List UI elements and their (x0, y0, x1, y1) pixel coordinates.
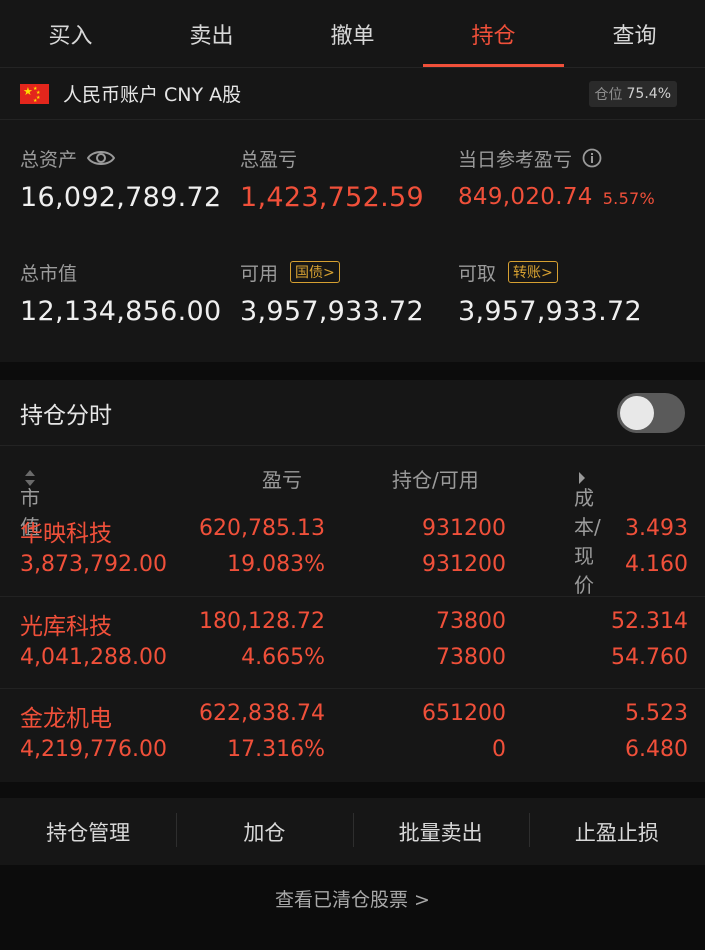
tab-sell[interactable]: 卖出 (141, 0, 282, 67)
stock-position: 651200 (422, 701, 506, 726)
china-flag-icon: ★ ★ ★ ★ ★ (20, 83, 49, 104)
stock-name: 华映科技 (20, 521, 112, 547)
holdings-title: 持仓分时 (20, 402, 112, 429)
holdings-header: 持仓分时 (0, 380, 705, 446)
withdrawable-label: 可取 (458, 262, 497, 285)
stock-price: 54.760 (611, 645, 688, 670)
stock-name: 光库科技 (20, 614, 112, 640)
stock-available: 0 (492, 737, 506, 762)
stock-pnl: 180,128.72 (199, 609, 325, 634)
stop-profit-loss-button[interactable]: 止盈止损 (528, 812, 705, 847)
info-icon[interactable] (582, 148, 602, 168)
total-pnl-label: 总盈亏 (240, 148, 298, 171)
total-assets-label: 总资产 (20, 148, 78, 171)
holdings-action-bar: 持仓管理 加仓 批量卖出 止盈止损 (0, 798, 705, 865)
daily-pnl-label: 当日参考盈亏 (458, 148, 573, 171)
market-value-value: 12,134,856.00 (20, 296, 222, 327)
top-tab-bar: 买入 卖出 撤单 持仓 查询 (0, 0, 705, 68)
batch-sell-button[interactable]: 批量卖出 (352, 812, 529, 847)
withdrawable-value: 3,957,933.72 (458, 296, 642, 327)
holding-row[interactable]: 金龙机电 4,219,776.00 622,838.74 17.316% 651… (0, 688, 705, 780)
stock-pnl-percent: 17.316% (227, 737, 325, 762)
position-ratio-badge: 仓位 75.4% (588, 81, 677, 107)
treasury-bond-tag[interactable]: 国债> (290, 261, 340, 283)
available-funds: 可用 国债> 3,957,933.72 (240, 258, 424, 327)
stock-pnl-percent: 4.665% (241, 645, 325, 670)
add-position-button[interactable]: 加仓 (176, 812, 352, 847)
market-value-label: 总市值 (20, 262, 78, 285)
position-ratio-label: 仓位 (594, 87, 623, 103)
stock-available: 931200 (422, 552, 506, 577)
stock-cost: 3.493 (625, 516, 688, 541)
stock-pnl-percent: 19.083% (227, 552, 325, 577)
total-pnl: 总盈亏 1,423,752.59 (240, 144, 424, 214)
total-assets: 总资产 16,092,789.72 (20, 144, 222, 214)
col-pnl: 盈亏 (262, 468, 302, 492)
stock-market-value: 4,219,776.00 (20, 737, 167, 762)
eye-icon[interactable] (87, 149, 116, 167)
col-market-value[interactable]: 市值 (20, 464, 40, 539)
stock-cost: 52.314 (611, 609, 688, 634)
stock-price: 4.160 (625, 552, 688, 577)
stock-pnl: 622,838.74 (199, 701, 325, 726)
available-value: 3,957,933.72 (240, 296, 424, 327)
holdings-rows: 华映科技 3,873,792.00 620,785.13 19.083% 931… (0, 504, 705, 780)
stock-available: 73800 (436, 645, 506, 670)
available-label: 可用 (240, 262, 279, 285)
col-cost-price[interactable]: 成本/现价 (574, 464, 601, 597)
holding-row[interactable]: 华映科技 3,873,792.00 620,785.13 19.083% 931… (0, 504, 705, 596)
total-pnl-value: 1,423,752.59 (240, 182, 424, 213)
stock-position: 73800 (436, 609, 506, 634)
tab-query[interactable]: 查询 (564, 0, 705, 67)
toggle-knob (620, 395, 654, 430)
stock-cost: 5.523 (625, 701, 688, 726)
account-name: 人民币账户 CNY A股 (63, 84, 242, 106)
position-ratio-value: 75.4% (626, 86, 671, 102)
daily-pnl-percent: 5.57% (602, 189, 656, 208)
col-quantity: 持仓/可用 (392, 468, 479, 492)
holdings-panel: 持仓分时 市值 盈亏 持仓/可用 成本/现价 华映科技 3,873,792.00… (0, 380, 705, 782)
stock-pnl: 620,785.13 (199, 516, 325, 541)
stock-market-value: 3,873,792.00 (20, 552, 167, 577)
transfer-tag[interactable]: 转账> (508, 261, 558, 283)
holding-row[interactable]: 光库科技 4,041,288.00 180,128.72 4.665% 7380… (0, 596, 705, 688)
daily-pnl-value: 849,020.74 (458, 184, 593, 210)
intraday-toggle[interactable] (617, 392, 685, 433)
account-header: ★ ★ ★ ★ ★ 人民币账户 CNY A股 仓位 75.4% (0, 68, 705, 120)
stock-position: 931200 (422, 516, 506, 541)
tab-cancel-order[interactable]: 撤单 (282, 0, 423, 67)
account-stats: 总资产 16,092,789.72 总盈亏 1,423,752.59 当日参考盈… (0, 120, 705, 362)
daily-pnl-row: 849,020.74 5.57% (458, 184, 655, 210)
total-assets-value: 16,092,789.72 (20, 182, 222, 213)
holdings-column-headers: 市值 盈亏 持仓/可用 成本/现价 (0, 446, 705, 597)
account-summary: ★ ★ ★ ★ ★ 人民币账户 CNY A股 仓位 75.4% 总资产 16,092,7… (0, 68, 705, 362)
tab-holdings[interactable]: 持仓 (423, 0, 564, 67)
view-cleared-stocks-link[interactable]: 查看已清仓股票 > (0, 885, 705, 912)
stock-name: 金龙机电 (20, 706, 112, 732)
tab-buy[interactable]: 买入 (0, 0, 141, 67)
daily-pnl: 当日参考盈亏 849,020.74 5.57% (458, 144, 655, 211)
stock-price: 6.480 (625, 737, 688, 762)
manage-holdings-button[interactable]: 持仓管理 (0, 817, 176, 847)
market-value: 总市值 12,134,856.00 (20, 258, 222, 328)
stock-market-value: 4,041,288.00 (20, 645, 167, 670)
withdrawable-funds: 可取 转账> 3,957,933.72 (458, 258, 642, 327)
